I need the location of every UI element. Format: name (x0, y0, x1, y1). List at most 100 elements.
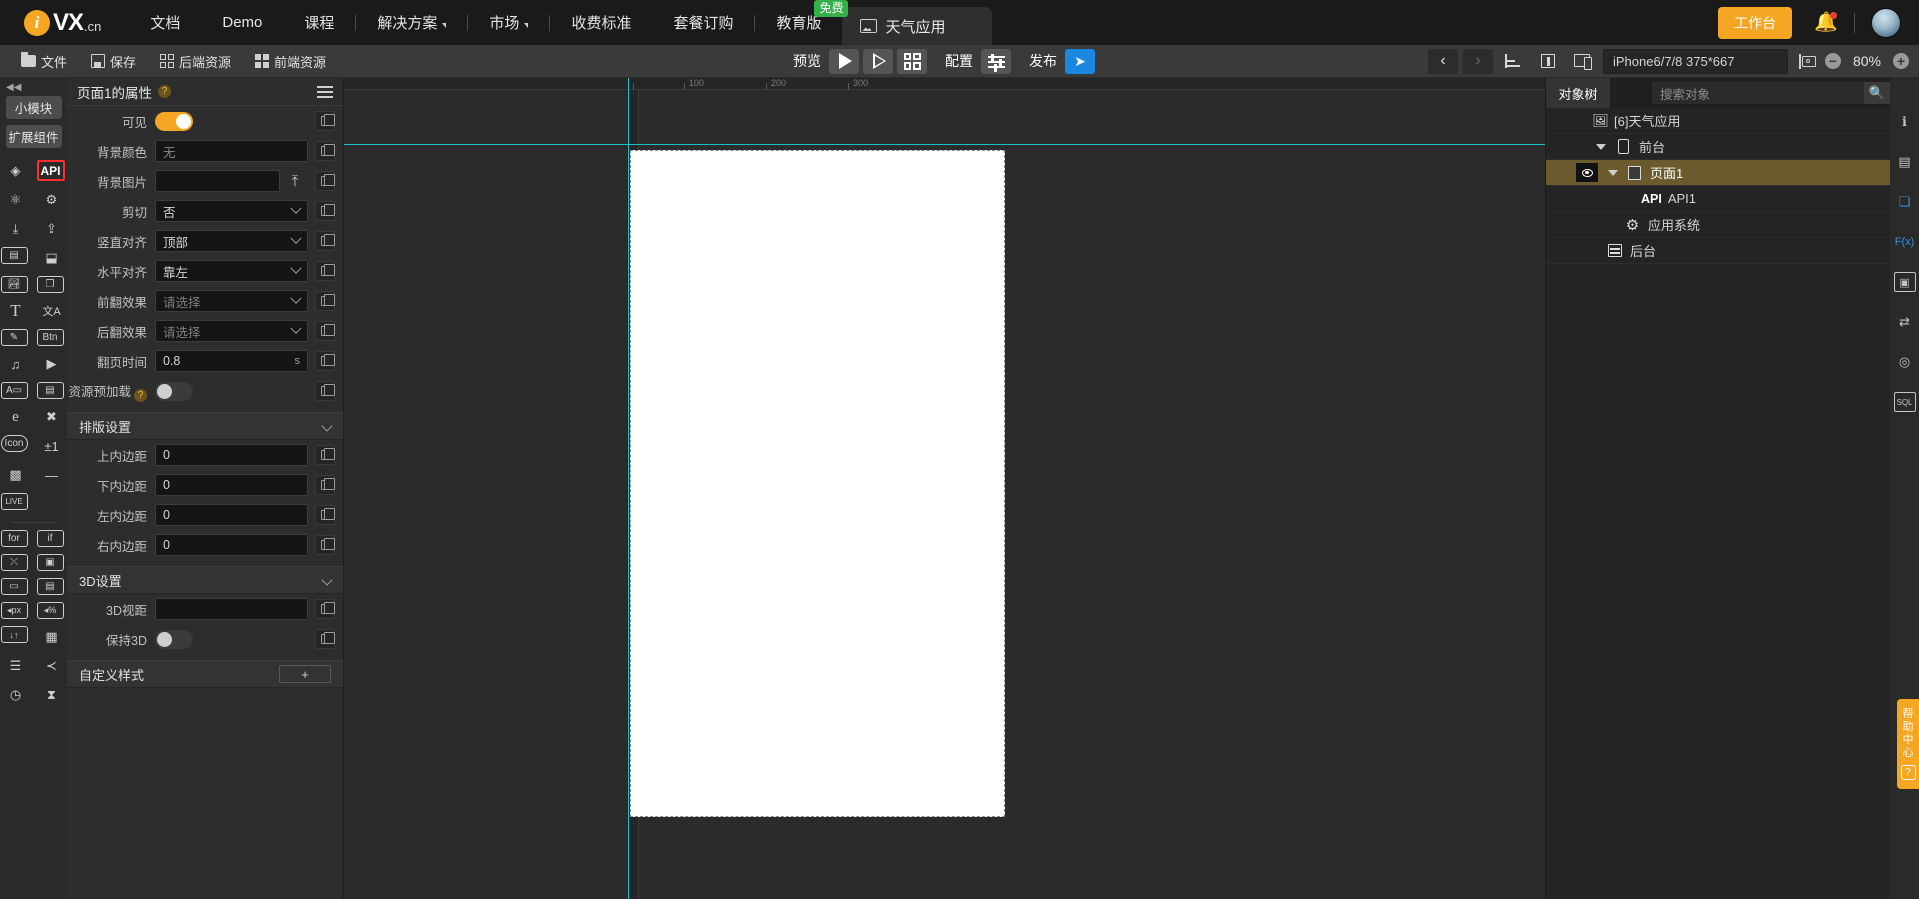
visible-toggle[interactable] (155, 111, 193, 131)
gear-icon[interactable]: ⚙ (37, 189, 67, 211)
table-icon[interactable]: ▦ (37, 626, 67, 648)
nav-item-education[interactable]: 教育版 免费 (755, 0, 849, 45)
search-input[interactable]: 搜索对象 (1652, 82, 1864, 104)
px-icon[interactable]: ◂px (0, 602, 28, 619)
for-loop-icon[interactable]: for (0, 530, 28, 547)
component-settings-icon[interactable]: ▤ (1894, 152, 1916, 172)
card-icon[interactable]: ▤ (0, 247, 28, 264)
layout-section-header[interactable]: 排版设置 (67, 412, 343, 440)
flip-duration-input[interactable]: 0.8 s (155, 350, 308, 372)
chevron-down-icon[interactable] (1596, 143, 1606, 150)
nav-item-demo[interactable]: Demo (201, 0, 283, 45)
tree-node-page1[interactable]: 页面1 (1546, 160, 1890, 186)
music-icon[interactable]: ♫ (1, 353, 31, 375)
map-icon[interactable]: ✖ (37, 406, 67, 428)
active-app-tab[interactable]: 天气应用 (842, 7, 993, 45)
padding-bottom-input[interactable]: 0 (155, 474, 308, 496)
copy-icon[interactable] (315, 201, 335, 221)
help-center-tab[interactable]: 帮助中心 ? (1897, 699, 1919, 789)
edit-icon[interactable]: ✎ (0, 329, 28, 346)
textarea-icon[interactable]: ▤ (36, 382, 64, 399)
qrcode-icon[interactable]: ▩ (1, 464, 31, 486)
question-mark-icon[interactable]: ? (134, 388, 147, 402)
text-icon[interactable]: T (1, 300, 31, 322)
chevron-down-icon[interactable] (1608, 169, 1618, 176)
button-icon[interactable]: Btn (36, 329, 64, 346)
tree-node-backend[interactable]: 后台 (1546, 238, 1890, 264)
notifications-button[interactable]: 🔔 (1814, 11, 1838, 34)
background-image-input[interactable] (155, 170, 280, 192)
copy-icon[interactable] (315, 261, 335, 281)
layers-icon[interactable]: ▣ (1893, 272, 1916, 292)
function-icon[interactable]: F(x) (1894, 232, 1916, 252)
device-frame[interactable] (630, 150, 1005, 817)
nav-item-solutions[interactable]: 解决方案 (356, 0, 467, 45)
question-mark-icon[interactable]: ? (158, 85, 172, 98)
list-icon[interactable]: ▤ (36, 578, 64, 595)
slider-icon[interactable]: ▭ (0, 578, 28, 595)
tree-icon[interactable]: ☰ (1, 655, 31, 677)
clip-select[interactable]: 否 (155, 200, 308, 222)
nav-item-pricing[interactable]: 收费标准 (550, 0, 652, 45)
next-page-button[interactable]: › (1463, 48, 1493, 74)
nav-item-market[interactable]: 市场 (468, 0, 549, 45)
custom-style-section-header[interactable]: 自定义样式 + (67, 660, 343, 688)
package-icon[interactable]: ◈ (1, 160, 31, 182)
config-settings-button[interactable] (981, 48, 1011, 74)
copy-icon[interactable] (315, 351, 335, 371)
workbench-button[interactable]: 工作台 (1718, 6, 1792, 39)
info-panel-icon[interactable]: ℹ (1894, 112, 1916, 132)
number-icon[interactable]: ±1 (37, 435, 67, 457)
zoom-out-button[interactable]: − (1825, 53, 1841, 69)
percent-icon[interactable]: ◂% (36, 602, 64, 619)
padding-right-input[interactable]: 0 (155, 534, 308, 556)
design-canvas[interactable]: 100 200 300 100 200 300 400 500 600 (344, 78, 1545, 899)
flip-out-effect-select[interactable]: 请选择 (155, 320, 308, 342)
tree-node-api1[interactable]: API API1 (1546, 186, 1890, 212)
preserve-3d-toggle[interactable] (155, 629, 193, 649)
padding-top-input[interactable]: 0 (155, 444, 308, 466)
copy-icon[interactable] (315, 141, 335, 161)
add-custom-style-button[interactable]: + (279, 665, 331, 683)
copy-icon[interactable] (315, 231, 335, 251)
copy-icon[interactable] (315, 475, 335, 495)
save-button[interactable]: 保存 (82, 49, 145, 74)
copy-icon[interactable] (315, 291, 335, 311)
if-condition-icon[interactable]: if (36, 530, 64, 547)
target-icon[interactable]: ◎ (1894, 352, 1916, 372)
icon-font-icon[interactable]: Icon (0, 435, 28, 452)
tree-node-app-system[interactable]: ⚙ 应用系统 (1546, 212, 1890, 238)
zoom-in-button[interactable]: + (1893, 53, 1909, 69)
tree-node-app[interactable]: 🖼 [6]天气应用 (1546, 108, 1890, 134)
hourglass-icon[interactable]: ⧗ (37, 684, 67, 706)
file-menu-button[interactable]: 文件 (12, 49, 76, 74)
prev-page-button[interactable]: ‹ (1428, 48, 1458, 74)
download-icon[interactable]: ⤓ (1, 218, 31, 240)
live-icon[interactable]: LIVE (0, 493, 28, 510)
sync-icon[interactable]: ⇄ (1894, 312, 1916, 332)
line-icon[interactable]: — (37, 464, 67, 486)
input-icon[interactable]: A▭ (0, 382, 28, 399)
preview-run-button[interactable] (829, 48, 859, 74)
extension-components-tab[interactable]: 扩展组件 (5, 125, 62, 148)
copy-icon[interactable] (315, 321, 335, 341)
copy-icon[interactable] (315, 111, 335, 131)
device-size-select[interactable]: iPhone6/7/8 375*667 (1603, 48, 1788, 74)
publish-button[interactable]: ➤ (1065, 48, 1095, 74)
copy-icon[interactable] (315, 535, 335, 555)
tab-object-tree[interactable]: 对象树 (1546, 78, 1610, 108)
copy-icon[interactable] (315, 171, 335, 191)
shuffle-icon[interactable]: ⤬ (0, 554, 28, 571)
copy-icon[interactable] (315, 629, 335, 649)
translate-icon[interactable]: 文A (37, 300, 67, 322)
three-d-section-header[interactable]: 3D设置 (67, 566, 343, 594)
avatar[interactable] (1871, 7, 1901, 38)
brand-logo[interactable]: i VX .cn (24, 9, 101, 37)
upload-icon[interactable]: ⤒ (282, 170, 308, 192)
data-panel-icon[interactable]: ❏ (1894, 192, 1916, 212)
branch-icon[interactable]: ≺ (37, 655, 67, 677)
nav-item-subscription[interactable]: 套餐订购 (652, 0, 754, 45)
nav-item-courses[interactable]: 课程 (283, 0, 355, 45)
workflow-icon[interactable]: ⚛ (1, 189, 31, 211)
upload-file-icon[interactable]: ⇪ (37, 218, 67, 240)
